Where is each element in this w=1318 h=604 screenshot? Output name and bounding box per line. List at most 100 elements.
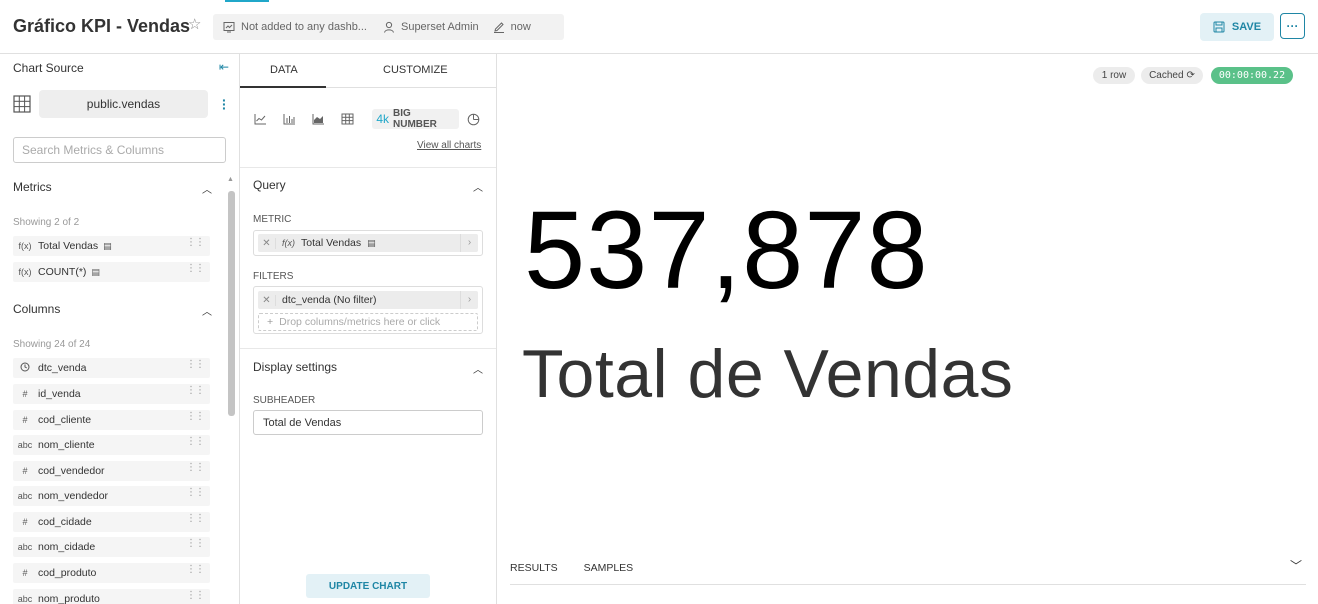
- drag-handle-icon[interactable]: ⋮⋮: [186, 386, 205, 396]
- remove-icon[interactable]: ✕: [258, 294, 276, 306]
- string-type-icon: abc: [17, 491, 33, 501]
- chevron-up-icon[interactable]: ︿: [473, 361, 483, 376]
- table-icon[interactable]: [341, 113, 370, 125]
- bar-chart-icon[interactable]: [283, 113, 312, 125]
- metric-item[interactable]: f(x) COUNT(*) ▤ ⋮⋮: [13, 262, 210, 282]
- favorite-star-icon[interactable]: ☆: [188, 17, 204, 33]
- drag-handle-icon[interactable]: ⋮⋮: [186, 565, 205, 575]
- drag-handle-icon[interactable]: ⋮⋮: [186, 463, 205, 473]
- numeric-type-icon: #: [22, 517, 28, 527]
- chevron-right-icon[interactable]: ›: [460, 291, 478, 309]
- column-item[interactable]: # cod_cidade ⋮⋮: [13, 512, 210, 532]
- chevron-up-icon[interactable]: ︿: [202, 303, 212, 318]
- drag-handle-icon[interactable]: ⋮⋮: [186, 412, 205, 422]
- drag-handle-icon[interactable]: ⋮⋮: [186, 591, 205, 601]
- info-table-icon: ▤: [367, 237, 376, 248]
- numeric-type-icon: #: [22, 415, 28, 425]
- scrollbar-thumb[interactable]: [228, 191, 235, 416]
- column-item[interactable]: # cod_produto ⋮⋮: [13, 563, 210, 583]
- column-label: nom_cidade: [38, 541, 96, 553]
- modified-text: now: [510, 21, 531, 33]
- column-item[interactable]: # cod_cliente ⋮⋮: [13, 410, 210, 430]
- subheader-input[interactable]: Total de Vendas: [253, 410, 483, 435]
- tab-customize[interactable]: CUSTOMIZE: [383, 64, 448, 76]
- dashboards-info[interactable]: Not added to any dashb...: [223, 21, 367, 33]
- info-table-icon: ▤: [103, 240, 112, 251]
- column-label: nom_cliente: [38, 439, 95, 451]
- metric-item[interactable]: f(x) Total Vendas ▤ ⋮⋮: [13, 236, 210, 256]
- cached-badge[interactable]: Cached ⟳: [1141, 67, 1203, 84]
- datasource-name[interactable]: public.vendas: [39, 90, 208, 118]
- info-table-icon: ▤: [91, 266, 100, 277]
- drop-zone[interactable]: + Drop columns/metrics here or click: [258, 313, 478, 331]
- refresh-icon[interactable]: ⟳: [1187, 70, 1195, 81]
- data-tabs: RESULTS SAMPLES: [510, 562, 633, 574]
- function-icon: f(x): [282, 238, 295, 248]
- chevron-up-icon[interactable]: ︿: [473, 179, 483, 194]
- tab-data[interactable]: DATA: [270, 64, 298, 76]
- column-item[interactable]: abc nom_cidade ⋮⋮: [13, 537, 210, 557]
- control-tabs: DATA CUSTOMIZE: [240, 54, 496, 88]
- filters-control[interactable]: ✕ dtc_venda (No filter) › + Drop columns…: [253, 286, 483, 334]
- numeric-type-icon: #: [22, 389, 28, 399]
- more-options-button[interactable]: ···: [1280, 13, 1305, 39]
- metric-pill[interactable]: ✕ f(x) Total Vendas ▤ ›: [258, 234, 478, 252]
- drag-handle-icon[interactable]: ⋮⋮: [186, 264, 205, 274]
- update-chart-button[interactable]: UPDATE CHART: [306, 574, 430, 598]
- active-tab-indicator: [240, 86, 326, 88]
- metric-value: Total Vendas: [301, 237, 362, 249]
- chart-title[interactable]: Gráfico KPI - Vendas: [13, 16, 190, 37]
- drag-handle-icon[interactable]: ⋮⋮: [186, 488, 205, 498]
- column-item[interactable]: abc nom_vendedor ⋮⋮: [13, 486, 210, 506]
- drag-handle-icon[interactable]: ⋮⋮: [186, 514, 205, 524]
- row-count-badge: 1 row: [1093, 67, 1135, 84]
- drag-handle-icon[interactable]: ⋮⋮: [186, 539, 205, 549]
- drag-handle-icon[interactable]: ⋮⋮: [186, 238, 205, 248]
- drag-handle-icon[interactable]: ⋮⋮: [186, 437, 205, 447]
- datasource-menu-icon[interactable]: · · ·: [222, 93, 227, 115]
- pie-chart-icon[interactable]: [467, 113, 496, 126]
- columns-section-title[interactable]: Columns: [13, 302, 60, 316]
- column-label: nom_produto: [38, 593, 100, 604]
- string-type-icon: abc: [17, 594, 33, 604]
- big-number-chart-option[interactable]: 4k BIG NUMBER: [372, 108, 459, 130]
- area-chart-icon[interactable]: [312, 113, 341, 125]
- filter-pill[interactable]: ✕ dtc_venda (No filter) ›: [258, 291, 478, 309]
- chart-area: 1 row Cached ⟳ 00:00:00.22 537,878 Total…: [497, 54, 1318, 604]
- owner-info: Superset Admin: [383, 21, 479, 33]
- column-label: cod_cliente: [38, 414, 92, 426]
- datasource-panel: Chart Source ⇤ public.vendas · · · Search …: [0, 54, 240, 604]
- query-section-title[interactable]: Query: [253, 178, 286, 192]
- remove-icon[interactable]: ✕: [258, 237, 276, 249]
- drag-handle-icon[interactable]: ⋮⋮: [186, 360, 205, 370]
- metric-control[interactable]: ✕ f(x) Total Vendas ▤ ›: [253, 230, 483, 256]
- divider: [240, 348, 496, 349]
- scroll-up-arrow-icon[interactable]: ▲: [227, 176, 234, 183]
- chevron-down-icon[interactable]: ﹀: [1290, 557, 1302, 574]
- column-item[interactable]: # id_venda ⋮⋮: [13, 384, 210, 404]
- line-chart-icon[interactable]: [254, 113, 283, 125]
- chevron-up-icon[interactable]: ︿: [202, 181, 212, 196]
- column-item[interactable]: abc nom_cliente ⋮⋮: [13, 435, 210, 455]
- column-label: cod_produto: [38, 567, 97, 579]
- column-item[interactable]: dtc_venda ⋮⋮: [13, 358, 210, 378]
- chevron-right-icon[interactable]: ›: [460, 234, 478, 252]
- column-item[interactable]: abc nom_produto ⋮⋮: [13, 589, 210, 604]
- pencil-icon: [493, 22, 504, 33]
- save-button[interactable]: SAVE: [1200, 13, 1274, 41]
- metrics-section-title[interactable]: Metrics: [13, 180, 52, 194]
- column-label: cod_vendedor: [38, 465, 105, 477]
- subheader-label: SUBHEADER: [253, 395, 316, 406]
- chart-source-header: Chart Source: [13, 61, 84, 75]
- save-icon: [1213, 21, 1225, 33]
- view-all-charts-link[interactable]: View all charts: [417, 140, 481, 151]
- collapse-panel-icon[interactable]: ⇤: [219, 60, 229, 74]
- filters-label: FILTERS: [253, 271, 294, 282]
- owner-text: Superset Admin: [400, 21, 479, 33]
- search-input[interactable]: Search Metrics & Columns: [13, 137, 226, 163]
- tab-samples[interactable]: SAMPLES: [584, 562, 634, 574]
- display-settings-title[interactable]: Display settings: [253, 360, 337, 374]
- tab-results[interactable]: RESULTS: [510, 562, 558, 574]
- control-panel: DATA CUSTOMIZE 4k BIG NUMBER View all ch…: [240, 54, 497, 604]
- column-item[interactable]: # cod_vendedor ⋮⋮: [13, 461, 210, 481]
